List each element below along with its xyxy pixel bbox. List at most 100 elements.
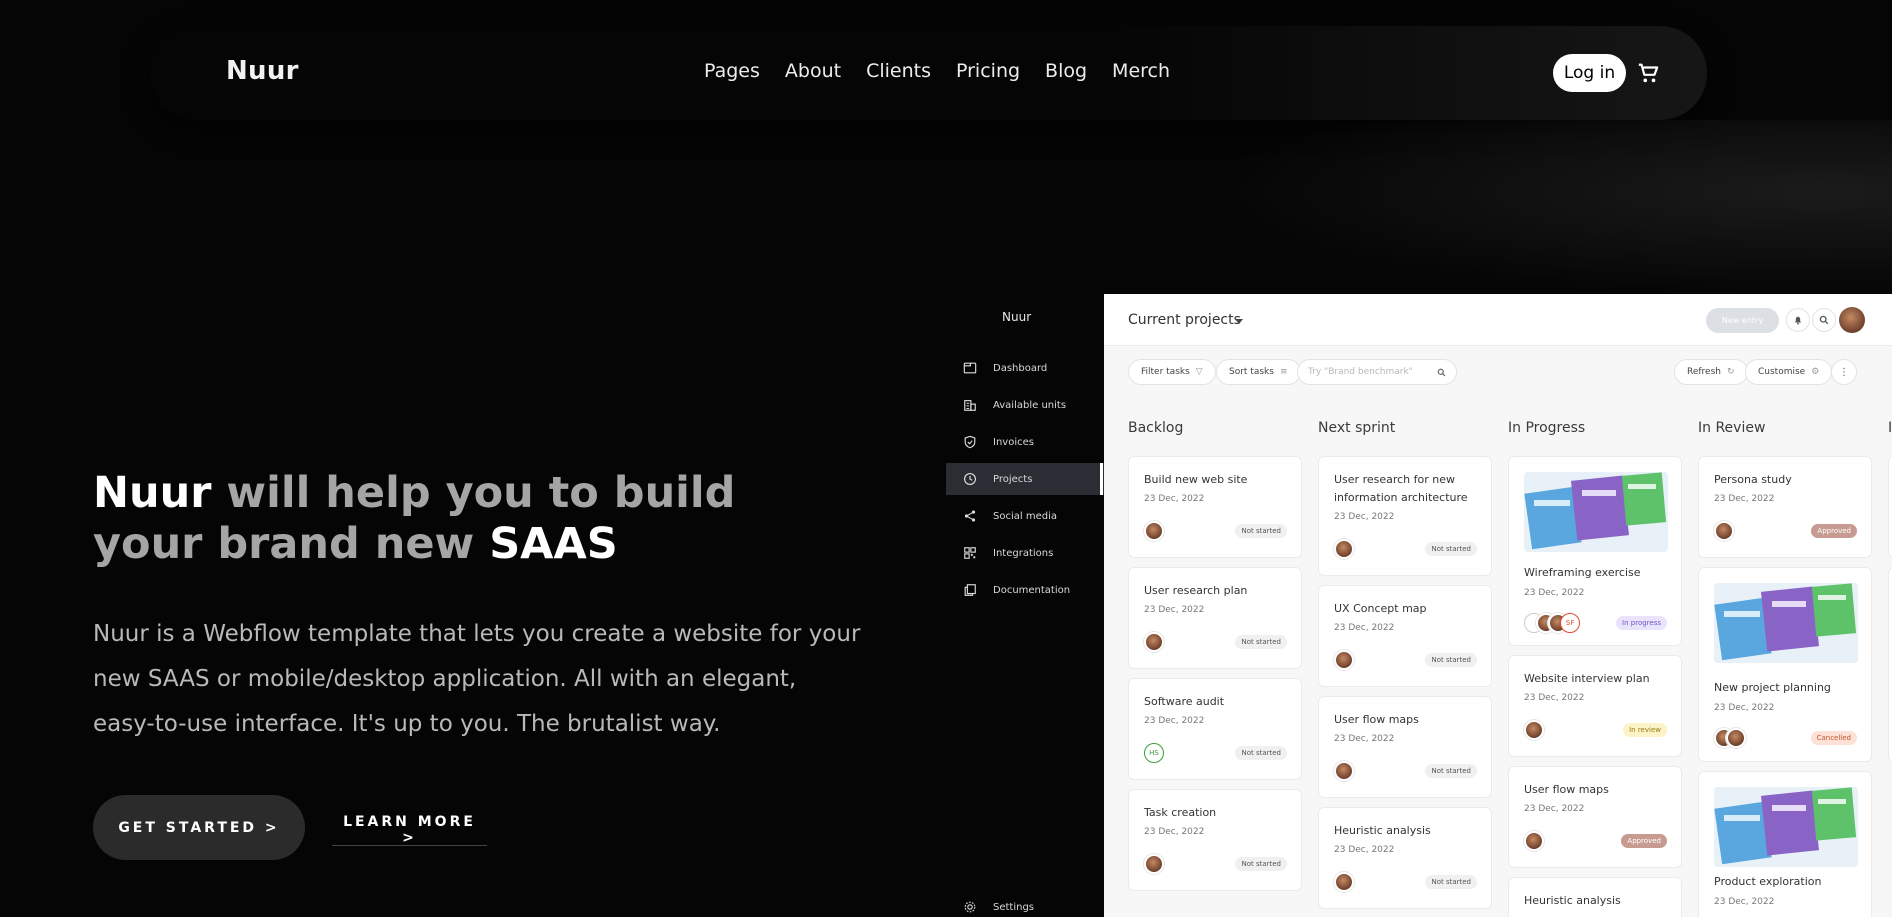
- sidebar-item-social-media[interactable]: Social media: [946, 500, 1104, 532]
- user-avatar[interactable]: [1839, 307, 1865, 333]
- task-card[interactable]: User research plan 23 Dec, 2022 Not star…: [1128, 567, 1302, 669]
- sidebar-item-projects[interactable]: Projects: [946, 463, 1104, 495]
- task-title: Heuristic analysis: [1524, 894, 1621, 907]
- refresh-button[interactable]: Refresh ↻: [1674, 359, 1748, 385]
- notification-button[interactable]: [1786, 308, 1810, 332]
- caret-down-icon[interactable]: [1235, 319, 1243, 324]
- wireframe-image: [1714, 787, 1858, 867]
- new-entry-button[interactable]: New entry: [1706, 308, 1779, 333]
- menu-item-merch[interactable]: Merch: [1112, 60, 1170, 82]
- task-search-input[interactable]: Try "Brand benchmark": [1297, 359, 1457, 385]
- sort-tasks-label: Sort tasks: [1229, 367, 1274, 377]
- sidebar-item-settings[interactable]: Settings: [946, 897, 1104, 917]
- task-title: Software audit: [1144, 695, 1225, 708]
- search-placeholder: Try "Brand benchmark": [1308, 367, 1413, 377]
- filter-tasks-label: Filter tasks: [1141, 367, 1190, 377]
- task-title: New project planning: [1714, 681, 1831, 694]
- menu-item-about[interactable]: About: [785, 60, 841, 82]
- learn-more-link[interactable]: LEARN MORE >: [332, 812, 487, 846]
- project-selector[interactable]: Current projects: [1128, 312, 1241, 328]
- status-badge: In review: [1623, 723, 1667, 737]
- avatar: [1334, 761, 1354, 781]
- column-title-in-review: In Review: [1698, 420, 1766, 436]
- task-title: User flow maps: [1524, 783, 1609, 796]
- wireframe-thumbnail: [1714, 787, 1858, 867]
- task-card[interactable]: Build new web site 23 Dec, 2022 Not star…: [1128, 456, 1302, 558]
- task-title: User research for new information archit…: [1334, 473, 1468, 504]
- avatar: [1144, 632, 1164, 652]
- task-title: Build new web site: [1144, 473, 1248, 486]
- avatar: [1714, 521, 1734, 541]
- sidebar-item-label: Invoices: [993, 436, 1034, 448]
- task-card[interactable]: [1888, 567, 1892, 762]
- customise-button[interactable]: Customise ⚙: [1745, 359, 1833, 385]
- sidebar-item-label: Dashboard: [993, 362, 1048, 374]
- task-card[interactable]: User research for new information archit…: [1318, 456, 1492, 576]
- task-card[interactable]: [1888, 456, 1892, 558]
- gear-icon: ⚙: [1811, 367, 1820, 377]
- main-menu: Pages About Clients Pricing Blog Merch: [704, 60, 1170, 82]
- task-card[interactable]: Heuristic analysis 23 Dec, 2022 Not star…: [1318, 807, 1492, 909]
- sidebar-item-label: Projects: [993, 473, 1033, 485]
- brand-logo[interactable]: Nuur: [226, 56, 299, 86]
- task-card[interactable]: New project planning 23 Dec, 2022 Cancel…: [1698, 567, 1872, 762]
- task-date: 23 Dec, 2022: [1334, 512, 1395, 522]
- more-options-button[interactable]: ⋮: [1831, 359, 1857, 385]
- cart-icon[interactable]: [1637, 62, 1659, 84]
- column-title-in-progress: In Progress: [1508, 420, 1586, 436]
- avatar: [1726, 728, 1746, 748]
- task-card[interactable]: UX Concept map 23 Dec, 2022 Not started: [1318, 585, 1492, 687]
- menu-item-blog[interactable]: Blog: [1045, 60, 1087, 82]
- task-card[interactable]: User flow maps 23 Dec, 2022 Not started: [1318, 696, 1492, 798]
- task-date: 23 Dec, 2022: [1714, 703, 1775, 713]
- sidebar-active-indicator: [1100, 463, 1103, 495]
- hero-title-brand: Nuur: [93, 468, 212, 518]
- task-card[interactable]: Product exploration 23 Dec, 2022: [1698, 771, 1872, 917]
- login-button[interactable]: Log in: [1553, 54, 1626, 92]
- task-card[interactable]: Persona study 23 Dec, 2022 Approved: [1698, 456, 1872, 558]
- initials-avatar: SF: [1560, 613, 1580, 633]
- column-title-next-sprint: Next sprint: [1318, 420, 1396, 436]
- task-card[interactable]: Heuristic analysis: [1508, 877, 1682, 917]
- avatar: [1334, 872, 1354, 892]
- sidebar-item-integrations[interactable]: Integrations: [946, 537, 1104, 569]
- share-icon: [964, 510, 976, 522]
- hero-description: Nuur is a Webflow template that lets you…: [93, 621, 861, 737]
- task-card[interactable]: User flow maps 23 Dec, 2022 Approved: [1508, 766, 1682, 868]
- search-icon: [1819, 315, 1829, 325]
- menu-item-pricing[interactable]: Pricing: [956, 60, 1020, 82]
- sort-icon: ≡: [1279, 367, 1288, 377]
- task-date: 23 Dec, 2022: [1334, 623, 1395, 633]
- avatar: [1334, 539, 1354, 559]
- menu-item-pages[interactable]: Pages: [704, 60, 760, 82]
- task-date: 23 Dec, 2022: [1524, 693, 1585, 703]
- menu-item-clients[interactable]: Clients: [866, 60, 931, 82]
- hero-title: Nuur will help you to build your brand n…: [93, 468, 853, 570]
- sidebar-item-dashboard[interactable]: Dashboard: [946, 352, 1104, 384]
- task-date: 23 Dec, 2022: [1334, 734, 1395, 744]
- search-button[interactable]: [1812, 308, 1836, 332]
- avatar: [1144, 854, 1164, 874]
- task-title: Persona study: [1714, 473, 1792, 486]
- task-card[interactable]: Wireframing exercise 23 Dec, 2022 SF In …: [1508, 456, 1682, 646]
- wireframe-image: [1714, 583, 1858, 663]
- filter-tasks-button[interactable]: Filter tasks ▽: [1128, 359, 1216, 385]
- sidebar-item-documentation[interactable]: Documentation: [946, 574, 1104, 606]
- copy-icon: [964, 584, 976, 596]
- task-title: User research plan: [1144, 584, 1248, 597]
- background-glow: [1192, 120, 1892, 300]
- get-started-button[interactable]: GET STARTED >: [93, 795, 305, 860]
- status-badge: Cancelled: [1810, 731, 1857, 745]
- sidebar-item-available-units[interactable]: Available units: [946, 389, 1104, 421]
- task-card[interactable]: Software audit 23 Dec, 2022 HS Not start…: [1128, 678, 1302, 780]
- status-badge: Not started: [1235, 857, 1287, 871]
- sidebar-item-invoices[interactable]: Invoices: [946, 426, 1104, 458]
- app-header: Current projects New entry: [1104, 294, 1892, 346]
- app-sidebar-brand: Nuur: [1002, 310, 1032, 324]
- sort-tasks-button[interactable]: Sort tasks ≡: [1216, 359, 1301, 385]
- status-badge: Not started: [1425, 764, 1477, 778]
- task-card[interactable]: Website interview plan 23 Dec, 2022 In r…: [1508, 655, 1682, 757]
- task-date: 23 Dec, 2022: [1524, 804, 1585, 814]
- task-card[interactable]: Task creation 23 Dec, 2022 Not started: [1128, 789, 1302, 891]
- hero-title-saas: SAAS: [489, 519, 618, 569]
